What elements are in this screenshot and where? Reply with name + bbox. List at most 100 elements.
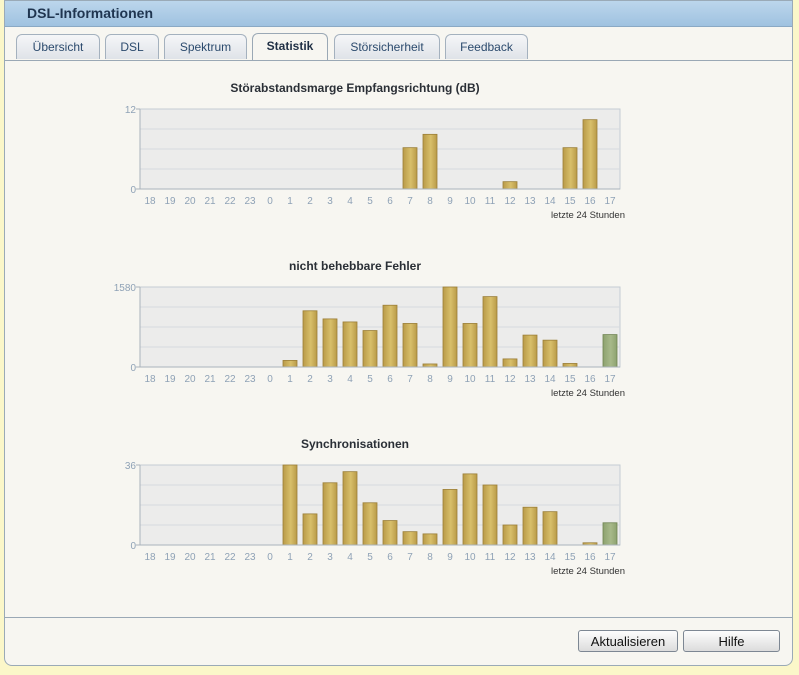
- x-tick-label: 12: [504, 374, 516, 385]
- x-tick-label: 13: [524, 374, 536, 385]
- x-tick-label: 13: [524, 552, 536, 563]
- x-tick-label: 16: [584, 374, 596, 385]
- refresh-button[interactable]: Aktualisieren: [578, 630, 678, 652]
- x-tick-label: 20: [184, 196, 196, 207]
- bar-10: [462, 473, 478, 546]
- bar-7: [402, 531, 418, 546]
- x-tick-label: 11: [485, 196, 496, 207]
- help-button[interactable]: Hilfe: [683, 630, 780, 652]
- dsl-info-window: DSL-Informationen Übersicht DSL Spektrum…: [4, 0, 793, 666]
- x-tick-label: 4: [347, 374, 353, 385]
- x-tick-label: 23: [244, 374, 256, 385]
- tab-statistik[interactable]: Statistik: [252, 33, 328, 60]
- x-tick-label: 6: [387, 196, 393, 207]
- bar-5: [362, 330, 378, 368]
- tab-spektrum[interactable]: Spektrum: [164, 34, 247, 59]
- bar-8: [422, 133, 438, 190]
- bar-12: [502, 181, 518, 190]
- x-tick-label: 3: [327, 374, 333, 385]
- x-tick-label: 9: [447, 552, 453, 563]
- bar-6: [382, 304, 398, 368]
- x-axis-label: letzte 24 Stunden: [551, 210, 625, 221]
- bar-9: [442, 286, 458, 368]
- bar-17: [602, 522, 618, 546]
- x-tick-label: 17: [604, 374, 616, 385]
- x-tick-label: 22: [224, 196, 236, 207]
- x-tick-label: 1: [287, 552, 293, 563]
- x-tick-label: 5: [367, 196, 373, 207]
- x-tick-label: 12: [504, 552, 516, 563]
- bar-11: [482, 484, 498, 546]
- chart-uncorrectable-errors: 1580018 19 20 21 22 23 0 1 2 3 4 5 6 7 8 9 10 11 12 13 14 15 1…: [114, 283, 625, 399]
- x-tick-label: 20: [184, 374, 196, 385]
- x-tick-label: 12: [504, 196, 516, 207]
- bar-4: [342, 321, 358, 368]
- x-tick-label: 10: [464, 196, 476, 207]
- window-title: DSL-Informationen: [27, 5, 153, 21]
- y-tick-label-max: 36: [125, 461, 137, 472]
- x-tick-label: 3: [327, 552, 333, 563]
- bar-15: [562, 147, 578, 190]
- x-tick-label: 3: [327, 196, 333, 207]
- chart-title-snr-margin: Störabstandsmarge Empfangsrichtung (dB): [230, 81, 480, 95]
- x-tick-label: 4: [347, 552, 353, 563]
- bar-13: [522, 506, 538, 546]
- x-tick-label: 13: [524, 196, 536, 207]
- x-tick-label: 2: [307, 374, 313, 385]
- bar-3: [322, 318, 338, 368]
- x-tick-label: 15: [564, 374, 576, 385]
- x-tick-label: 7: [407, 552, 413, 563]
- bar-5: [362, 502, 378, 546]
- bar-1: [282, 464, 298, 546]
- x-tick-label: 21: [204, 196, 216, 207]
- x-tick-label: 5: [367, 374, 373, 385]
- footer-divider: [5, 617, 792, 618]
- bar-17: [602, 334, 618, 368]
- x-tick-label: 7: [407, 374, 413, 385]
- x-tick-label: 23: [244, 196, 256, 207]
- x-tick-label: 10: [464, 374, 476, 385]
- x-tick-label: 18: [144, 196, 156, 207]
- x-tick-label: 22: [224, 374, 236, 385]
- bar-9: [442, 489, 458, 546]
- x-tick-label: 4: [347, 196, 353, 207]
- bar-6: [382, 520, 398, 546]
- x-tick-label: 8: [427, 196, 433, 207]
- x-tick-label: 9: [447, 374, 453, 385]
- x-tick-label: 15: [564, 196, 576, 207]
- tab-feedback[interactable]: Feedback: [445, 34, 528, 59]
- x-tick-label: 0: [267, 374, 273, 385]
- x-tick-label: 18: [144, 374, 156, 385]
- x-tick-label: 2: [307, 552, 313, 563]
- tab-uebersicht[interactable]: Übersicht: [16, 34, 100, 59]
- x-tick-label: 21: [204, 374, 216, 385]
- bar-12: [502, 358, 518, 368]
- x-tick-label: 22: [224, 552, 236, 563]
- bar-1: [282, 360, 298, 368]
- bar-4: [342, 471, 358, 546]
- x-tick-label: 9: [447, 196, 453, 207]
- x-tick-label: 18: [144, 552, 156, 563]
- x-tick-label: 20: [184, 552, 196, 563]
- x-tick-label: 10: [464, 552, 476, 563]
- bar-2: [302, 310, 318, 368]
- x-tick-label: 14: [544, 374, 556, 385]
- x-tick-label: 8: [427, 374, 433, 385]
- bar-7: [402, 323, 418, 368]
- x-tick-label: 2: [307, 196, 313, 207]
- x-tick-label: 17: [604, 196, 616, 207]
- bar-14: [542, 339, 558, 368]
- bar-13: [522, 334, 538, 368]
- tab-stoersicherheit[interactable]: Störsicherheit: [334, 34, 440, 59]
- bar-11: [482, 296, 498, 368]
- tab-dsl[interactable]: DSL: [105, 34, 159, 59]
- y-tick-label-min: 0: [130, 541, 136, 552]
- x-tick-label: 5: [367, 552, 373, 563]
- x-tick-label: 16: [584, 196, 596, 207]
- x-tick-label: 23: [244, 552, 256, 563]
- x-tick-label: 1: [287, 196, 293, 207]
- y-tick-label-max: 1580: [114, 283, 137, 294]
- x-tick-label: 21: [204, 552, 216, 563]
- chart-snr-margin: 12018 19 20 21 22 23 0 1 2 3 4 5 6 7 8 9 10 11 12 13 14 15 16 1…: [125, 105, 625, 221]
- x-axis-label: letzte 24 Stunden: [551, 566, 625, 577]
